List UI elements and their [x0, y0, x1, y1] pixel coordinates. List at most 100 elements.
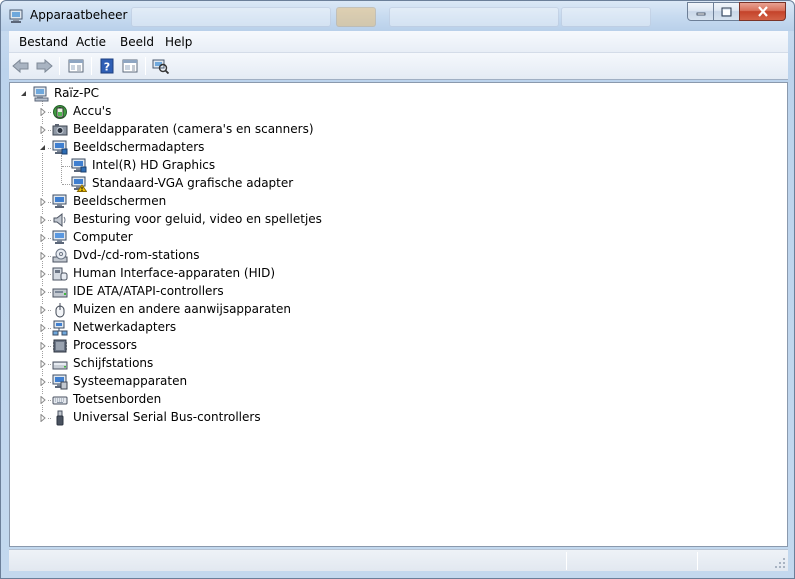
- tree-category[interactable]: Universal Serial Bus-controllers: [10, 409, 410, 427]
- collapsed-triangle-icon[interactable]: [38, 197, 47, 206]
- minimize-icon: [696, 12, 705, 15]
- collapsed-triangle-icon[interactable]: [38, 269, 47, 278]
- background-blur: [389, 7, 559, 27]
- computer-icon: [52, 230, 67, 244]
- tree-category[interactable]: Schijfstations: [10, 355, 410, 373]
- menu-actie[interactable]: Actie: [76, 35, 106, 49]
- toolbar-separator: [59, 57, 60, 75]
- tree-category[interactable]: Beeldschermen: [10, 193, 410, 211]
- tree-item-label: IDE ATA/ATAPI-controllers: [73, 284, 224, 298]
- maximize-button[interactable]: [713, 2, 740, 21]
- menu-beeld[interactable]: Beeld: [120, 35, 154, 49]
- ide-controller-icon: [52, 288, 68, 298]
- tree-category[interactable]: Processors: [10, 337, 410, 355]
- collapsed-triangle-icon[interactable]: [38, 341, 47, 350]
- menu-help[interactable]: Help: [165, 35, 192, 49]
- help-button[interactable]: ?: [97, 57, 117, 75]
- background-blur: [561, 7, 651, 27]
- tree-category[interactable]: Muizen en andere aanwijsapparaten: [10, 301, 410, 319]
- tree-item-label: Accu's: [73, 104, 112, 118]
- tree-category[interactable]: Netwerkadapters: [10, 319, 410, 337]
- tree-item-label: Processors: [73, 338, 138, 352]
- collapsed-triangle-icon[interactable]: [38, 233, 47, 242]
- close-button[interactable]: [739, 2, 786, 21]
- tree-item-label: Standaard-VGA grafische adapter: [92, 176, 294, 190]
- tree-category[interactable]: Accu's: [10, 103, 410, 121]
- resize-grip-icon[interactable]: [774, 557, 786, 569]
- collapsed-triangle-icon[interactable]: [38, 125, 47, 134]
- display-adapter-icon: [71, 158, 87, 173]
- collapsed-triangle-icon[interactable]: [38, 359, 47, 368]
- tree-item-label: Intel(R) HD Graphics: [92, 158, 216, 172]
- disk-drive-icon: [52, 361, 68, 370]
- collapsed-triangle-icon[interactable]: [38, 215, 47, 224]
- tree-item-label: Universal Serial Bus-controllers: [73, 410, 261, 424]
- title-bar[interactable]: Apparaatbeheer: [1, 1, 794, 31]
- collapsed-triangle-icon[interactable]: [38, 323, 47, 332]
- tree-item-label: Human Interface-apparaten (HID): [73, 266, 276, 280]
- computer-icon: [33, 86, 49, 102]
- tree-category[interactable]: Toetsenborden: [10, 391, 410, 409]
- scan-hardware-button[interactable]: [151, 57, 171, 75]
- device-manager-icon: [9, 9, 23, 23]
- back-button[interactable]: [11, 57, 31, 75]
- collapsed-triangle-icon[interactable]: [38, 287, 47, 296]
- forward-icon: [36, 59, 53, 73]
- tree-item-label: Besturing voor geluid, video en spelletj…: [73, 212, 322, 226]
- status-bar: [9, 549, 788, 571]
- optical-drive-icon: [52, 248, 68, 263]
- forward-button[interactable]: [34, 57, 54, 75]
- status-separator: [566, 552, 567, 570]
- tree-category[interactable]: Systeemapparaten: [10, 373, 410, 391]
- tree-category[interactable]: Beeldschermadapters: [10, 139, 410, 157]
- tree-category[interactable]: Dvd-/cd-rom-stations: [10, 247, 410, 265]
- processor-icon: [53, 339, 67, 353]
- background-blur: [131, 7, 331, 27]
- collapsed-triangle-icon[interactable]: [38, 395, 47, 404]
- tree-category[interactable]: Human Interface-apparaten (HID): [10, 265, 410, 283]
- tree-category[interactable]: IDE ATA/ATAPI-controllers: [10, 283, 410, 301]
- tree-item-label: Beeldschermen: [73, 194, 167, 208]
- collapsed-triangle-icon[interactable]: [38, 413, 47, 422]
- collapsed-triangle-icon[interactable]: [38, 377, 47, 386]
- tree-device[interactable]: Intel(R) HD Graphics: [10, 157, 410, 175]
- menu-bar: Bestand Actie Beeld Help: [9, 31, 788, 53]
- mouse-icon: [55, 303, 65, 318]
- minimize-button[interactable]: [687, 2, 714, 21]
- expanded-triangle-icon[interactable]: [19, 89, 28, 98]
- system-device-icon: [52, 374, 68, 390]
- monitor-icon: [52, 194, 67, 208]
- device-tree[interactable]: Raïz-PC Accu's Beeldapparaten (camera's e…: [9, 82, 788, 547]
- tree-item-label: Muizen en andere aanwijsapparaten: [73, 302, 291, 316]
- display-adapter-icon: [52, 140, 68, 155]
- properties-button[interactable]: [120, 57, 140, 75]
- scan-hardware-icon: [152, 59, 170, 74]
- background-blur: [336, 7, 376, 27]
- menu-bestand[interactable]: Bestand: [19, 35, 68, 49]
- tree-item-label: Schijfstations: [73, 356, 154, 370]
- network-adapter-icon: [52, 320, 68, 336]
- tree-category[interactable]: Computer: [10, 229, 410, 247]
- toolbar-separator: [145, 57, 146, 75]
- window-title: Apparaatbeheer: [30, 8, 128, 22]
- collapsed-triangle-icon[interactable]: [38, 107, 47, 116]
- status-separator: [697, 552, 698, 570]
- device-manager-window: Apparaatbeheer Bestand Actie Beeld Help: [0, 0, 795, 579]
- tree-category[interactable]: Besturing voor geluid, video en spelletj…: [10, 211, 410, 229]
- tree-root[interactable]: Raïz-PC: [10, 85, 310, 103]
- expanded-triangle-icon[interactable]: [38, 143, 47, 152]
- keyboard-icon: [52, 396, 68, 405]
- tree-item-label: Beeldapparaten (camera's en scanners): [73, 122, 314, 136]
- collapsed-triangle-icon[interactable]: [38, 251, 47, 260]
- speaker-icon: [53, 212, 66, 228]
- maximize-icon: [721, 7, 732, 16]
- tree-category[interactable]: Beeldapparaten (camera's en scanners): [10, 121, 410, 139]
- tree-item-label: Dvd-/cd-rom-stations: [73, 248, 200, 262]
- tree-device[interactable]: Standaard-VGA grafische adapter: [10, 175, 410, 193]
- battery-icon: [53, 105, 67, 119]
- console-tree-button[interactable]: [66, 57, 86, 75]
- collapsed-triangle-icon[interactable]: [38, 305, 47, 314]
- toolbar: ?: [9, 53, 788, 80]
- tree-item-label: Systeemapparaten: [73, 374, 188, 388]
- toolbar-separator: [91, 57, 92, 75]
